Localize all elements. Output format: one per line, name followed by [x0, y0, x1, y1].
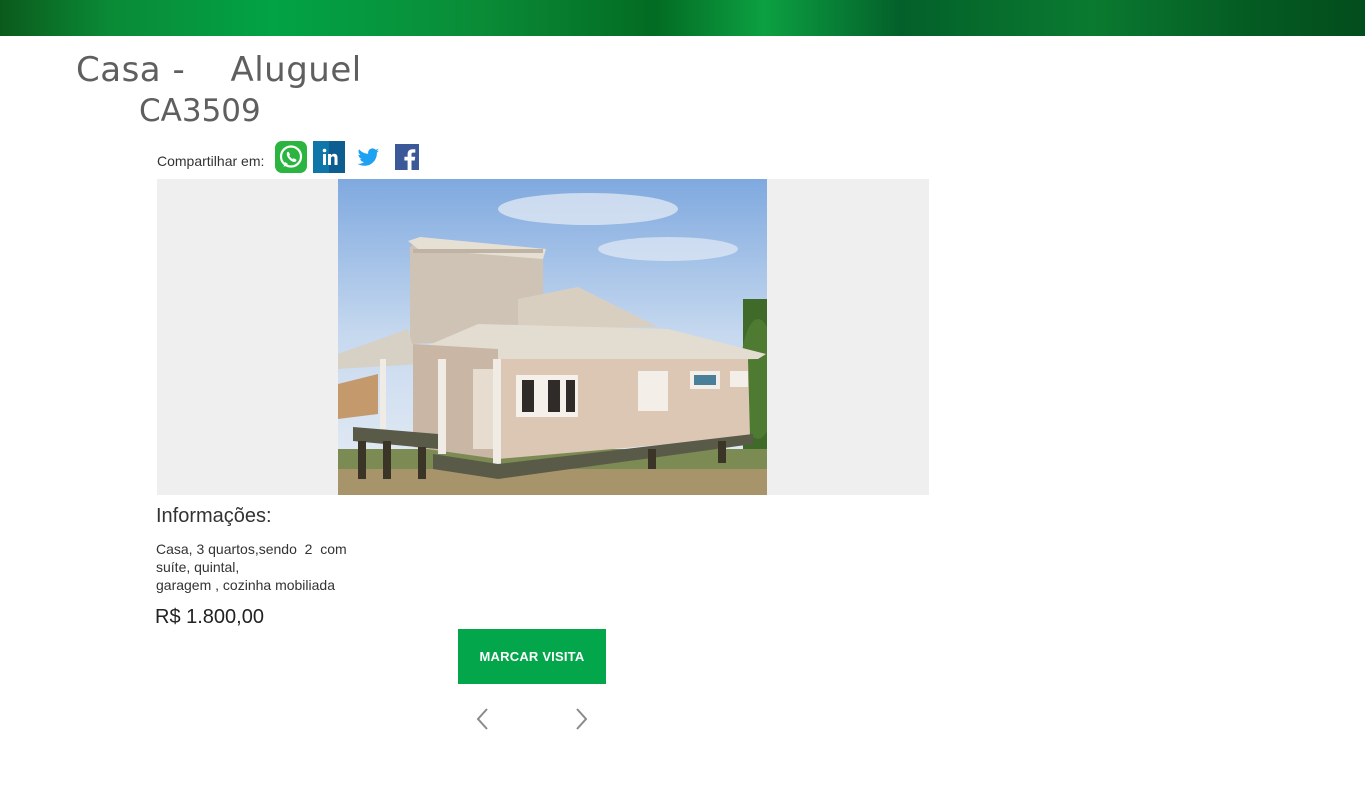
facebook-share-button[interactable]: [391, 141, 423, 173]
whatsapp-share-button[interactable]: [274, 141, 308, 173]
page-title: Casa - Aluguel: [76, 50, 362, 90]
schedule-visit-button[interactable]: MARCAR VISITA: [458, 629, 606, 684]
next-button[interactable]: [571, 706, 591, 732]
description-line: suíte, quintal,: [156, 559, 240, 575]
chevron-left-icon: [476, 708, 488, 730]
previous-button[interactable]: [473, 706, 493, 732]
property-type: Casa: [76, 50, 162, 90]
title-separator: -: [172, 50, 186, 90]
property-photo[interactable]: [338, 179, 767, 495]
description-line: garagem , cozinha mobiliada: [156, 577, 335, 593]
linkedin-share-button[interactable]: [313, 141, 346, 173]
twitter-share-button[interactable]: [352, 141, 384, 173]
whatsapp-icon: [275, 141, 308, 173]
property-price: R$ 1.800,00: [155, 606, 264, 628]
house-photo-image: [338, 179, 767, 495]
property-status: Aluguel: [230, 50, 362, 90]
photo-gallery[interactable]: [157, 179, 929, 495]
property-description: Casa, 3 quartos,sendo 2 com suíte, quint…: [156, 540, 371, 594]
linkedin-icon: [313, 141, 346, 173]
info-heading: Informações:: [156, 505, 272, 527]
top-header-bar: [0, 0, 1365, 36]
share-label: Compartilhar em:: [157, 153, 265, 169]
facebook-icon: [395, 144, 420, 170]
chevron-right-icon: [576, 708, 588, 730]
share-bar: Compartilhar em:: [157, 141, 430, 173]
description-line: Casa, 3 quartos,sendo 2 com: [156, 541, 347, 557]
twitter-icon: [357, 148, 380, 166]
property-code: CA3509: [139, 93, 261, 129]
